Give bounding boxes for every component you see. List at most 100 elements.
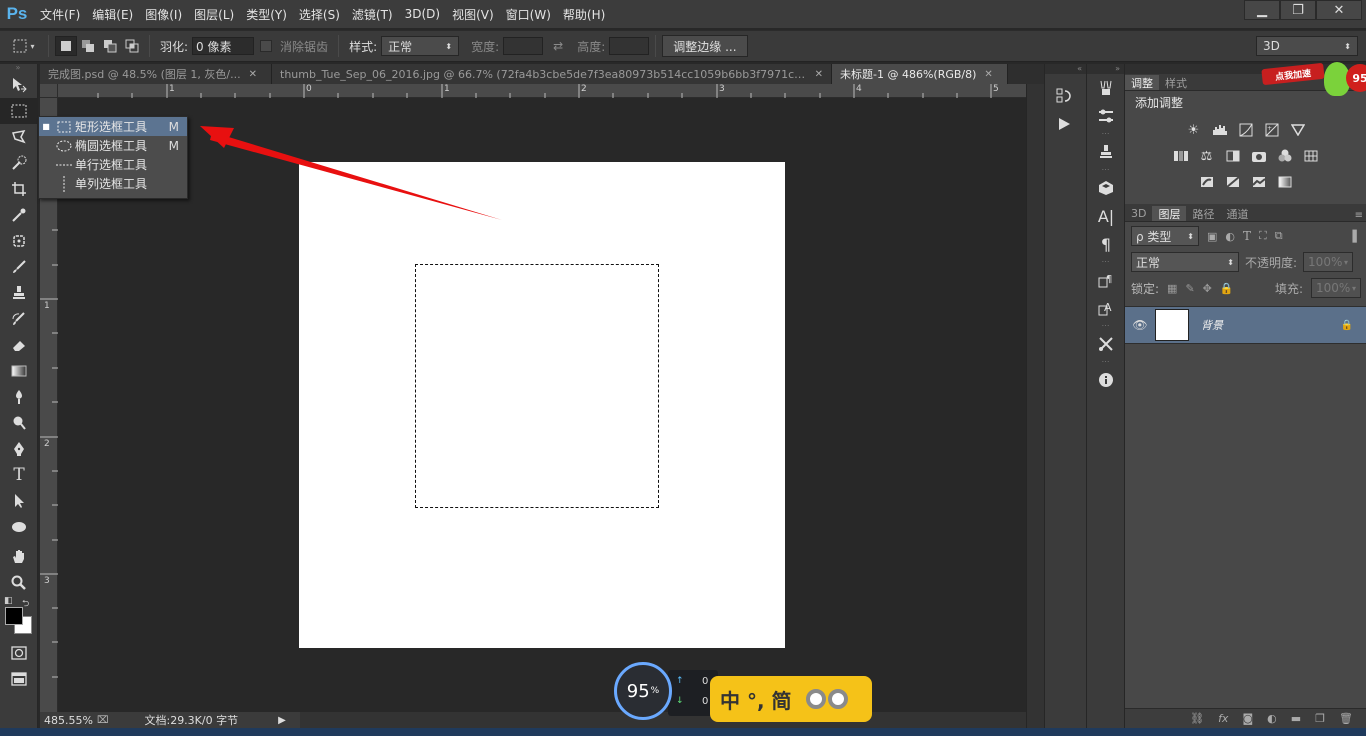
- 3d-panel-icon[interactable]: [1087, 174, 1125, 202]
- paragraph-styles-icon[interactable]: ¶: [1087, 266, 1125, 294]
- tab-adjustments[interactable]: 调整: [1125, 75, 1159, 90]
- healing-brush-tool-icon[interactable]: [0, 228, 38, 254]
- menu-type[interactable]: 类型(Y): [240, 6, 293, 23]
- add-mask-icon[interactable]: ◙: [1242, 712, 1253, 725]
- default-colors-icon[interactable]: ◧: [4, 596, 13, 606]
- color-swatches[interactable]: ◧ ⮌: [0, 596, 37, 634]
- filter-pixel-icon[interactable]: ▣: [1207, 230, 1217, 243]
- color-lookup-icon[interactable]: [1301, 146, 1321, 166]
- gradient-tool-icon[interactable]: [0, 358, 38, 384]
- blend-mode-select[interactable]: 正常 ⬍: [1131, 252, 1239, 272]
- history-brush-tool-icon[interactable]: [0, 306, 38, 332]
- vertical-scrollbar[interactable]: [1026, 84, 1044, 728]
- strip-collapse-icon[interactable]: «: [1045, 64, 1086, 74]
- screen-mode-icon[interactable]: [0, 666, 38, 692]
- feather-input[interactable]: [192, 37, 255, 55]
- horizontal-ruler[interactable]: 1 0 1 2 3 4 5: [58, 84, 1026, 98]
- tools-collapse-icon[interactable]: »: [0, 64, 37, 72]
- refine-edge-button[interactable]: 调整边缘 ...: [662, 35, 748, 57]
- brightness-icon[interactable]: ☀: [1184, 120, 1204, 140]
- filter-toggle-icon[interactable]: ▌: [1353, 230, 1361, 243]
- menu-3d[interactable]: 3D(D): [399, 7, 446, 21]
- color-balance-icon[interactable]: ⚖: [1197, 146, 1217, 166]
- document-canvas[interactable]: [299, 162, 785, 648]
- filter-shape-icon[interactable]: ⛶: [1259, 229, 1267, 243]
- move-tool-icon[interactable]: [0, 72, 38, 98]
- blur-tool-icon[interactable]: [0, 384, 38, 410]
- crop-tool-icon[interactable]: [0, 176, 38, 202]
- path-selection-tool-icon[interactable]: [0, 488, 38, 514]
- style-select[interactable]: 正常 ⬍: [381, 36, 460, 56]
- strip-collapse-icon[interactable]: »: [1087, 64, 1124, 74]
- menu-select[interactable]: 选择(S): [293, 6, 346, 23]
- fill-input[interactable]: 100% ▾: [1311, 278, 1361, 298]
- selection-marquee[interactable]: [415, 264, 659, 508]
- swap-colors-icon[interactable]: ⮌: [22, 596, 29, 612]
- flyout-item-single-column-marquee[interactable]: 单列选框工具: [39, 174, 187, 193]
- panel-menu-icon[interactable]: ≡: [1355, 210, 1363, 221]
- channel-mixer-icon[interactable]: [1275, 146, 1295, 166]
- gradient-map-icon[interactable]: [1275, 172, 1295, 192]
- flyout-item-ellipse-marquee[interactable]: 椭圆选框工具 M: [39, 136, 187, 155]
- threshold-icon[interactable]: [1249, 172, 1269, 192]
- zoom-level[interactable]: 485.55%: [44, 714, 93, 727]
- tool-presets-icon[interactable]: [1087, 330, 1125, 358]
- horizontal-scrollbar[interactable]: [300, 712, 1026, 728]
- curves-icon[interactable]: [1236, 120, 1256, 140]
- close-icon[interactable]: ✕: [984, 69, 992, 80]
- type-tool-icon[interactable]: T: [0, 462, 38, 488]
- posterize-icon[interactable]: [1223, 172, 1243, 192]
- menu-filter[interactable]: 滤镜(T): [346, 6, 399, 23]
- filter-type-icon[interactable]: T: [1243, 229, 1251, 243]
- layer-row-background[interactable]: 👁 背景 🔒: [1125, 306, 1366, 344]
- add-selection-icon[interactable]: [77, 36, 99, 56]
- lock-position-icon[interactable]: ✥: [1203, 282, 1212, 295]
- width-input[interactable]: [503, 37, 544, 55]
- zoom-tool-icon[interactable]: [0, 570, 38, 596]
- vibrance-icon[interactable]: [1288, 120, 1308, 140]
- paragraph-panel-icon[interactable]: ¶: [1087, 230, 1125, 258]
- close-icon[interactable]: ✕: [815, 69, 823, 80]
- antialias-checkbox[interactable]: [260, 40, 273, 52]
- clone-source-icon[interactable]: [1087, 138, 1125, 166]
- info-panel-icon[interactable]: [1087, 366, 1125, 394]
- speed-booster-widget[interactable]: 点我加速 95: [1261, 60, 1366, 104]
- brush-panel-icon[interactable]: [1087, 102, 1125, 130]
- brush-tool-icon[interactable]: [0, 254, 38, 280]
- new-group-icon[interactable]: ▬: [1291, 712, 1301, 725]
- levels-icon[interactable]: [1210, 120, 1230, 140]
- new-layer-icon[interactable]: ❐: [1315, 712, 1325, 725]
- lasso-tool-icon[interactable]: [0, 124, 38, 150]
- flyout-item-single-row-marquee[interactable]: 单行选框工具: [39, 155, 187, 174]
- rect-marquee-tool-icon[interactable]: [0, 98, 38, 124]
- ellipse-tool-icon[interactable]: [0, 514, 38, 540]
- height-input[interactable]: [609, 37, 650, 55]
- delete-layer-icon[interactable]: 🗑: [1339, 712, 1353, 725]
- workspace-select[interactable]: 3D ⬍: [1256, 36, 1358, 56]
- tab-channels[interactable]: 通道: [1220, 206, 1254, 221]
- menu-edit[interactable]: 编辑(E): [86, 6, 139, 23]
- new-selection-icon[interactable]: [55, 36, 77, 56]
- dodge-tool-icon[interactable]: [0, 410, 38, 436]
- eyedropper-tool-icon[interactable]: [0, 202, 38, 228]
- lock-all-icon[interactable]: 🔒: [1220, 282, 1234, 295]
- hue-saturation-icon[interactable]: [1171, 146, 1191, 166]
- opacity-input[interactable]: 100% ▾: [1303, 252, 1354, 272]
- invert-icon[interactable]: [1197, 172, 1217, 192]
- new-adjustment-layer-icon[interactable]: ◐: [1267, 712, 1277, 725]
- memory-usage-badge[interactable]: 95%: [614, 662, 672, 720]
- intersect-selection-icon[interactable]: [121, 36, 143, 56]
- foreground-color-swatch[interactable]: [5, 607, 23, 625]
- status-menu-arrow-icon[interactable]: ▶: [278, 715, 286, 726]
- quick-mask-icon[interactable]: [0, 640, 38, 666]
- pen-tool-icon[interactable]: [0, 436, 38, 462]
- history-panel-icon[interactable]: [1045, 82, 1083, 110]
- doc-tab-3[interactable]: 未标题-1 @ 486%(RGB/8) ✕: [832, 64, 1008, 84]
- tab-paths[interactable]: 路径: [1186, 206, 1220, 221]
- lock-transparent-icon[interactable]: ▦: [1167, 282, 1177, 295]
- subtract-selection-icon[interactable]: [99, 36, 121, 56]
- doc-tab-2[interactable]: thumb_Tue_Sep_06_2016.jpg @ 66.7% (72fa4…: [272, 64, 832, 84]
- tab-layers[interactable]: 图层: [1152, 206, 1187, 221]
- marquee-preset-icon[interactable]: ▾: [6, 36, 42, 56]
- visibility-eye-icon[interactable]: 👁: [1125, 318, 1155, 332]
